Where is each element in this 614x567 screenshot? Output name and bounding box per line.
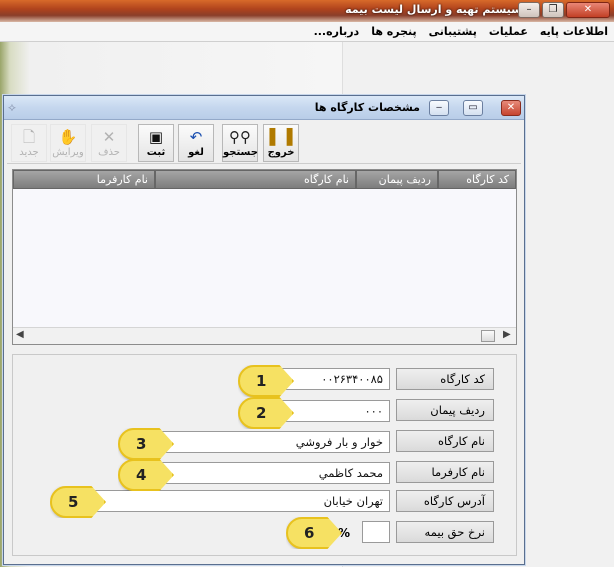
dialog-toolbar: ▌▐ خروج ⚲⚲ جستجو ↶ لغو ▣ ثبت ✕ حذف ✋ ویر… bbox=[7, 122, 521, 164]
employer-name-input[interactable]: محمد کاظمي bbox=[157, 462, 390, 484]
dialog-title-bar[interactable]: ⟡ ‒ ▭ ✕ مشخصات کارگاه ها bbox=[4, 96, 524, 120]
workshop-code-input[interactable]: ۰۰۲۶۳۴۰۰۸۵ bbox=[276, 368, 390, 390]
menu-about[interactable]: درباره... bbox=[314, 25, 360, 38]
binoculars-icon: ⚲⚲ bbox=[229, 128, 251, 146]
workshop-address-input[interactable]: تهران خيابان bbox=[88, 490, 390, 512]
cancel-button-label: لغو bbox=[188, 147, 204, 158]
dialog-minimize-button[interactable]: ‒ bbox=[429, 100, 449, 116]
new-document-icon: 🗋 bbox=[22, 128, 36, 146]
menu-operations[interactable]: عملیات bbox=[489, 25, 528, 38]
new-button[interactable]: 🗋 جدید bbox=[11, 124, 47, 162]
insurance-rate-input[interactable] bbox=[362, 521, 390, 543]
dialog-title: مشخصات کارگاه ها bbox=[314, 101, 420, 114]
delete-x-icon: ✕ bbox=[102, 128, 116, 146]
label-workshop-code: کد کارگاه bbox=[396, 368, 494, 390]
menu-support[interactable]: پشتیبانی bbox=[429, 25, 477, 38]
app-minimize-button[interactable]: – bbox=[518, 2, 540, 18]
dialog-app-icon: ⟡ bbox=[8, 100, 16, 114]
label-workshop-address: آدرس کارگاه bbox=[396, 490, 494, 512]
col-contract-row[interactable]: ردیف پیمان bbox=[356, 170, 438, 189]
col-employer-name[interactable]: نام کارفرما bbox=[13, 170, 155, 189]
col-workshop-name[interactable]: نام کارگاه bbox=[155, 170, 356, 189]
edit-button-label: ویرایش bbox=[52, 147, 84, 158]
new-button-label: جدید bbox=[19, 147, 39, 158]
scroll-right-icon[interactable]: ▶ bbox=[503, 329, 511, 340]
label-insurance-rate: نرخ حق بیمه bbox=[396, 521, 494, 543]
menu-windows[interactable]: پنجره ها bbox=[371, 25, 416, 38]
cancel-button[interactable]: ↶ لغو bbox=[178, 124, 214, 162]
grid-header: نام کارفرما نام کارگاه ردیف پیمان کد کار… bbox=[13, 170, 516, 189]
app-title: سیستم تهیه و ارسال لیست بیمه bbox=[345, 3, 522, 16]
label-employer-name: نام کارفرما bbox=[396, 461, 494, 483]
delete-button-label: حذف bbox=[98, 147, 120, 158]
contract-row-input[interactable]: ۰۰۰ bbox=[276, 400, 390, 422]
floppy-disk-icon: ▣ bbox=[148, 128, 164, 146]
workshop-name-input[interactable]: خوار و بار فروشي bbox=[157, 431, 390, 453]
save-button-label: ثبت bbox=[146, 147, 166, 158]
grid-horizontal-scrollbar[interactable]: ◀ ▶ bbox=[13, 327, 516, 344]
label-workshop-name: نام کارگاه bbox=[396, 430, 494, 452]
search-button-label: جستجو bbox=[223, 147, 258, 158]
workshops-grid[interactable]: نام کارفرما نام کارگاه ردیف پیمان کد کار… bbox=[12, 169, 517, 345]
label-contract-row: ردیف پیمان bbox=[396, 399, 494, 421]
scroll-thumb[interactable] bbox=[481, 330, 495, 342]
edit-hands-icon: ✋ bbox=[58, 128, 78, 146]
exit-button[interactable]: ▌▐ خروج bbox=[263, 124, 299, 162]
dialog-close-button[interactable]: ✕ bbox=[501, 100, 521, 116]
edit-button[interactable]: ✋ ویرایش bbox=[50, 124, 86, 162]
exit-button-label: خروج bbox=[267, 147, 295, 158]
app-title-bar: سیستم تهیه و ارسال لیست بیمه – ❐ ✕ bbox=[0, 0, 614, 22]
menu-bar: اطلاعات پایه عملیات پشتیبانی پنجره ها در… bbox=[0, 22, 614, 42]
save-button[interactable]: ▣ ثبت bbox=[138, 124, 174, 162]
search-button[interactable]: ⚲⚲ جستجو bbox=[222, 124, 258, 162]
app-restore-button[interactable]: ❐ bbox=[542, 2, 564, 18]
app-close-button[interactable]: ✕ bbox=[566, 2, 610, 18]
delete-button[interactable]: ✕ حذف bbox=[91, 124, 127, 162]
exit-door-icon: ▌▐ bbox=[269, 128, 293, 146]
menu-basic-info[interactable]: اطلاعات پایه bbox=[540, 25, 608, 38]
dialog-maximize-button[interactable]: ▭ bbox=[463, 100, 483, 116]
undo-icon: ↶ bbox=[189, 128, 203, 146]
col-workshop-code[interactable]: کد کارگاه bbox=[438, 170, 516, 189]
scroll-left-icon[interactable]: ◀ bbox=[16, 329, 24, 340]
